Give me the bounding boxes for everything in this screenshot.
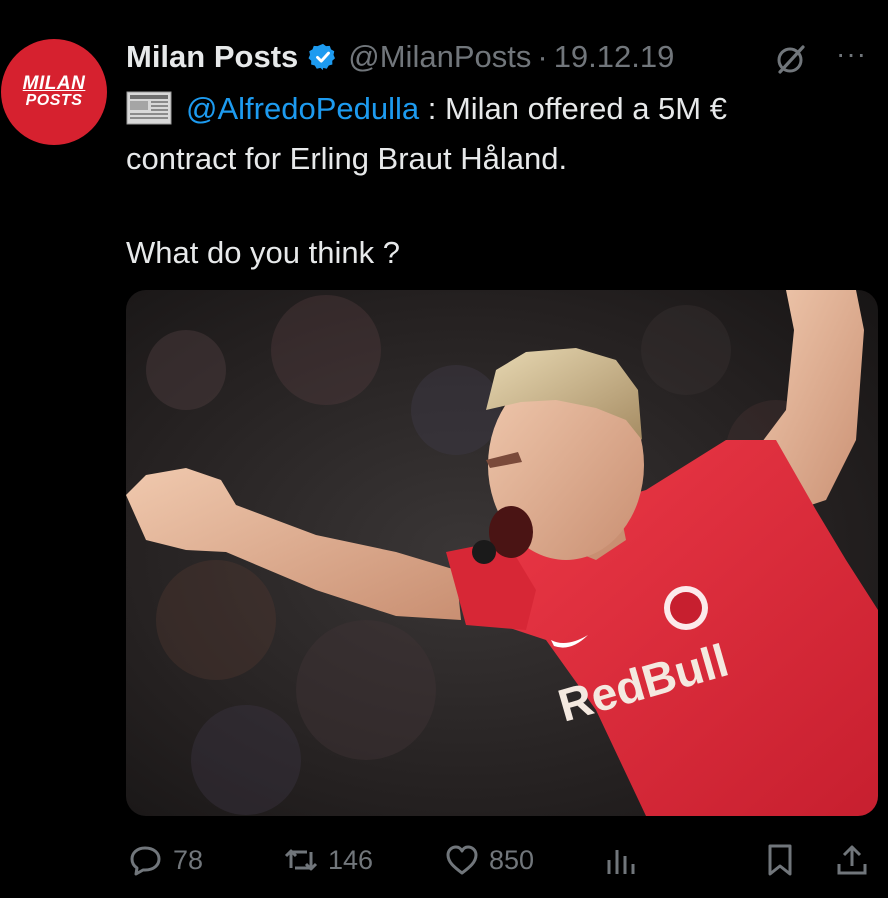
tweet-text-line1: @AlfredoPedulla : Milan offered a 5M € xyxy=(126,84,866,134)
like-button[interactable]: 850 xyxy=(444,836,534,884)
avatar[interactable]: MILAN POSTS xyxy=(1,39,107,145)
repost-icon xyxy=(284,849,318,871)
more-icon[interactable]: ··· xyxy=(836,38,867,70)
views-button[interactable] xyxy=(603,836,639,884)
tweet-header: Milan Posts @MilanPosts · 19.12.19 ··· xyxy=(126,36,868,78)
author-name[interactable]: Milan Posts xyxy=(126,39,298,75)
mention-link[interactable]: @AlfredoPedulla xyxy=(186,91,419,126)
views-icon xyxy=(607,850,635,874)
author-handle[interactable]: @MilanPosts xyxy=(348,39,531,75)
share-icon xyxy=(837,845,867,875)
tweet-text: @AlfredoPedulla : Milan offered a 5M € c… xyxy=(126,84,866,278)
tweet-text-line2: contract for Erling Braut Håland. xyxy=(126,141,568,176)
share-button[interactable] xyxy=(834,836,870,884)
header-separator: · xyxy=(537,39,548,74)
avatar-text-line2: POSTS xyxy=(25,92,83,110)
tweet-date[interactable]: 19.12.19 xyxy=(554,39,675,75)
reply-button[interactable]: 78 xyxy=(128,836,203,884)
action-bar: 78 146 850 xyxy=(126,836,878,884)
repost-count: 146 xyxy=(328,844,374,875)
reply-count: 78 xyxy=(173,844,204,875)
avatar-text-line1: MILAN xyxy=(22,73,86,95)
repost-button[interactable]: 146 xyxy=(283,836,373,884)
bookmark-button[interactable] xyxy=(762,836,798,884)
reply-icon xyxy=(130,846,161,876)
like-icon xyxy=(446,845,478,875)
player-photo: RedBull xyxy=(126,290,878,816)
verified-badge-icon xyxy=(308,42,338,72)
bookmark-icon xyxy=(768,844,792,876)
tweet-text-line3: What do you think ? xyxy=(126,235,400,270)
newspaper-icon xyxy=(126,90,172,126)
tweet-text-after-mention: : Milan offered a 5M € xyxy=(419,91,727,126)
tweet-media-image[interactable]: RedBull xyxy=(126,290,878,816)
grok-icon[interactable] xyxy=(774,42,808,76)
like-count: 850 xyxy=(489,844,535,875)
